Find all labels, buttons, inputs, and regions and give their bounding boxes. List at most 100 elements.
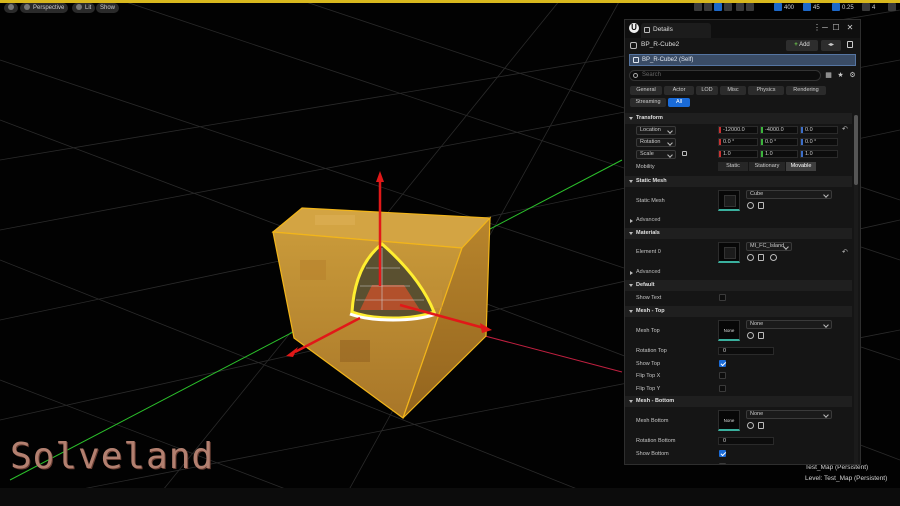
category-mesh-bottom[interactable]: Mesh - Bottom (625, 396, 852, 407)
static-mesh-advanced[interactable]: Advanced (625, 215, 852, 226)
search-icon (633, 73, 638, 78)
mesh-top-dropdown[interactable]: None (746, 320, 832, 329)
scale-dropdown[interactable]: Scale (636, 150, 676, 159)
actor-header: BP_R-Cube2 + Add ◂▸ (625, 38, 860, 53)
scrollbar-thumb[interactable] (854, 115, 858, 185)
show-bottom-checkbox[interactable] (719, 450, 726, 457)
materials-advanced[interactable]: Advanced (625, 267, 852, 278)
view-mode-button[interactable]: Lit (72, 3, 96, 13)
mobility-stationary[interactable]: Stationary (749, 162, 785, 171)
rotation-x-field[interactable]: 0.0 ° (718, 138, 758, 146)
component-tree-self[interactable]: BP_R-Cube2 (Self) (629, 54, 856, 66)
translate-tool-icon[interactable] (704, 3, 712, 11)
rotation-snap-toggle[interactable]: 45 (803, 3, 820, 14)
scale-snap-toggle[interactable]: 0.25 (832, 3, 854, 14)
transform-tools (694, 3, 756, 14)
material-thumbnail[interactable] (718, 242, 740, 263)
maximize-icon (888, 3, 896, 11)
reset-location-icon[interactable]: ↶ (842, 126, 848, 133)
browse-mesh-bottom-icon[interactable] (747, 422, 754, 429)
filter-lod[interactable]: LOD (696, 86, 718, 95)
world-local-icon[interactable] (735, 3, 744, 11)
flip-top-y-checkbox[interactable] (719, 385, 726, 392)
filter-physics[interactable]: Physics (748, 86, 784, 95)
scale-tool-icon[interactable] (724, 3, 732, 11)
filter-all[interactable]: All (668, 98, 690, 107)
favorites-star-icon[interactable]: ★ (837, 72, 844, 79)
rotation-top-field[interactable]: 0 (718, 347, 774, 355)
property-matrix-icon[interactable]: ▦ (825, 72, 832, 79)
static-mesh-dropdown[interactable]: Cube (746, 190, 832, 199)
scale-lock-icon[interactable] (682, 151, 687, 156)
next-property-checkbox[interactable] (719, 463, 726, 464)
filter-general[interactable]: General (630, 86, 662, 95)
scale-x-field[interactable]: 1.0 (718, 150, 758, 158)
rotation-x-value: 0.0 ° (723, 139, 735, 145)
rotation-y-value: 0.0 ° (765, 139, 777, 145)
self-component-icon (633, 57, 639, 63)
search-input[interactable]: Search (629, 70, 821, 81)
browse-mesh-top-icon[interactable] (747, 332, 754, 339)
lock-icon[interactable] (847, 41, 853, 48)
camera-speed-button[interactable]: 4 (862, 3, 875, 14)
location-z-field[interactable]: 0.0 (800, 126, 838, 134)
watermark-logo: Solveland (10, 436, 215, 477)
viewport-menu-button[interactable] (4, 3, 18, 13)
rotation-dropdown[interactable]: Rotation (636, 138, 676, 147)
mobility-movable[interactable]: Movable (786, 162, 816, 171)
mesh-bottom-thumbnail[interactable]: None (718, 410, 740, 431)
mobility-static[interactable]: Static (718, 162, 748, 171)
show-top-checkbox[interactable] (719, 360, 726, 367)
add-component-button[interactable]: + Add (786, 40, 818, 51)
category-static-mesh[interactable]: Static Mesh (625, 176, 852, 187)
filter-misc[interactable]: Misc (720, 86, 746, 95)
use-selected-material-icon[interactable] (758, 254, 764, 261)
category-materials[interactable]: Materials (625, 228, 852, 239)
viewport-toolbar: Perspective Lit Show 400 45 0.25 4 (0, 3, 900, 15)
flip-top-x-checkbox[interactable] (719, 372, 726, 379)
perspective-button[interactable]: Perspective (20, 3, 69, 13)
browse-material-icon[interactable] (747, 254, 754, 261)
use-selected-asset-icon[interactable] (758, 202, 764, 209)
rotation-z-value: 0.0 ° (805, 139, 817, 145)
show-text-checkbox[interactable] (719, 294, 726, 301)
filter-actor[interactable]: Actor (664, 86, 694, 95)
settings-gear-icon[interactable]: ⚙ (849, 72, 856, 79)
select-tool-icon[interactable] (694, 3, 702, 11)
scale-snap-value: 0.25 (842, 5, 854, 11)
grid-snap-value: 400 (784, 5, 795, 11)
location-dropdown[interactable]: Location (636, 126, 676, 135)
plus-icon: + (794, 42, 798, 48)
surface-snap-icon[interactable] (745, 3, 754, 11)
rotation-z-field[interactable]: 0.0 ° (800, 138, 838, 146)
grid-snap-toggle[interactable]: 400 (774, 3, 794, 14)
mesh-top-thumbnail[interactable]: None (718, 320, 740, 341)
maximize-button[interactable]: ☐ (830, 23, 842, 32)
filter-streaming[interactable]: Streaming (630, 98, 666, 107)
mesh-bottom-dropdown[interactable]: None (746, 410, 832, 419)
browse-to-asset-icon[interactable] (747, 202, 754, 209)
reset-material-icon[interactable]: ↶ (842, 249, 848, 256)
use-selected-mesh-top-icon[interactable] (758, 332, 764, 339)
rotation-bottom-field[interactable]: 0 (718, 437, 774, 445)
rotate-tool-icon[interactable] (714, 3, 722, 11)
location-y-field[interactable]: -4000.0 (760, 126, 798, 134)
show-button[interactable]: Show (96, 3, 120, 13)
scale-y-field[interactable]: 1.0 (760, 150, 798, 158)
rotation-y-field[interactable]: 0.0 ° (760, 138, 798, 146)
material-options-icon[interactable] (770, 254, 777, 261)
category-transform[interactable]: Transform (625, 113, 852, 124)
material-dropdown[interactable]: MI_FC_Island (746, 242, 792, 251)
category-default[interactable]: Default (625, 280, 852, 291)
scale-z-field[interactable]: 1.0 (800, 150, 838, 158)
location-y-value: -4000.0 (765, 127, 784, 133)
tab-details[interactable]: Details (641, 23, 711, 38)
static-mesh-thumbnail[interactable] (718, 190, 740, 211)
location-x-field[interactable]: -12000.0 (718, 126, 758, 134)
blueprint-options-button[interactable]: ◂▸ (821, 40, 841, 51)
maximize-viewport-button[interactable] (888, 3, 898, 14)
close-button[interactable]: ✕ (844, 23, 856, 32)
use-selected-mesh-bottom-icon[interactable] (758, 422, 764, 429)
category-mesh-top[interactable]: Mesh - Top (625, 306, 852, 317)
filter-rendering[interactable]: Rendering (786, 86, 826, 95)
